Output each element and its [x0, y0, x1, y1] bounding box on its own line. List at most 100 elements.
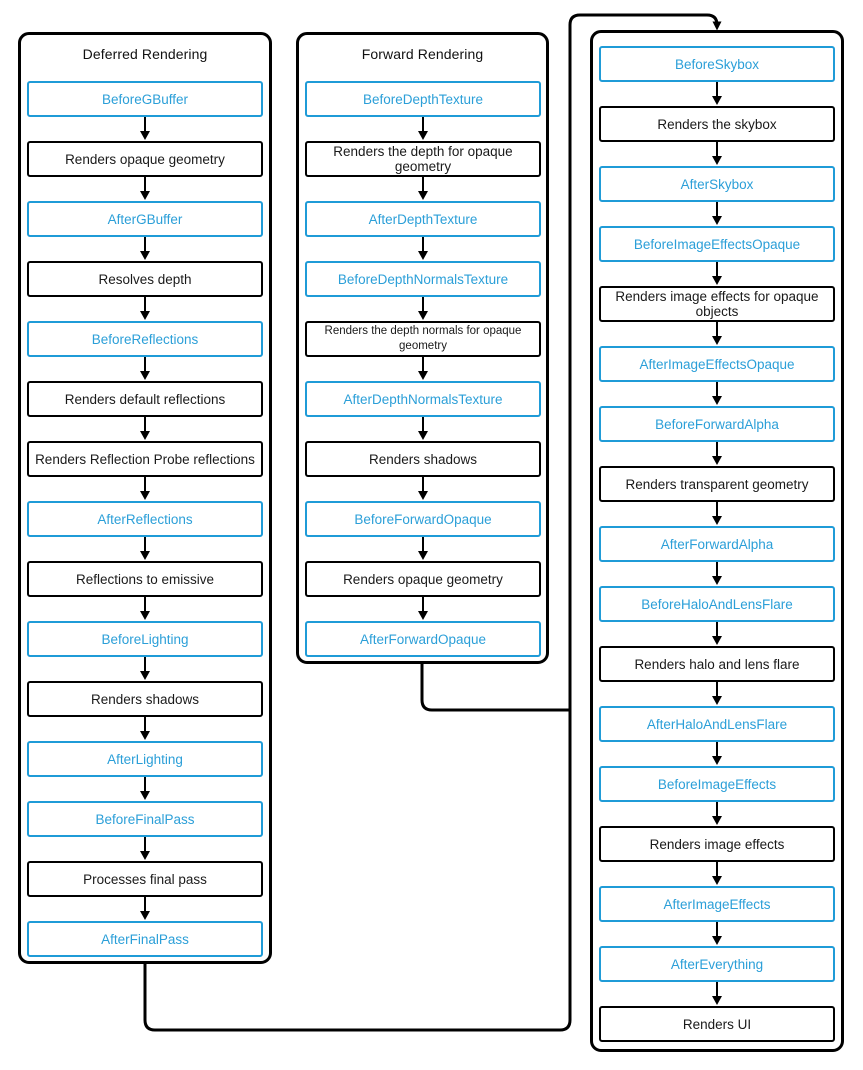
node-label: BeforeSkybox [674, 56, 760, 72]
node-label: Resolves depth [98, 271, 192, 287]
node-label: BeforeFinalPass [95, 811, 195, 827]
node-label: Renders the skybox [657, 116, 777, 132]
node-label: Renders the depth normals for opaque geo… [324, 325, 522, 352]
flow-arrow-down [712, 382, 722, 405]
node-label: AfterGBuffer [107, 211, 183, 227]
event-node-beforegbuffer: BeforeGBuffer [27, 81, 263, 117]
node-label: AfterHaloAndLensFlare [646, 716, 788, 732]
node-label: Processes final pass [83, 871, 207, 887]
action-node-renders-image-effects-for-opaque-objects: Renders image effects for opaque objects [599, 286, 835, 322]
node-label: AfterDepthNormalsTexture [343, 391, 503, 407]
node-label: Renders opaque geometry [343, 571, 503, 587]
event-node-aftergbuffer: AfterGBuffer [27, 201, 263, 237]
event-node-beforefinalpass: BeforeFinalPass [27, 801, 263, 837]
action-node-renders-reflection-probe-reflections: Renders Reflection Probe reflections [27, 441, 263, 477]
action-node-renders-transparent-geometry: Renders transparent geometry [599, 466, 835, 502]
flow-arrow-down [712, 982, 722, 1005]
flow-arrow-down [140, 777, 150, 800]
flow-arrow-down [418, 237, 428, 260]
event-node-afterreflections: AfterReflections [27, 501, 263, 537]
flow-arrow-down [712, 322, 722, 345]
node-label: AfterForwardOpaque [359, 631, 487, 647]
action-node-resolves-depth: Resolves depth [27, 261, 263, 297]
flow-arrow-down [712, 202, 722, 225]
event-node-afterhaloandlensflare: AfterHaloAndLensFlare [599, 706, 835, 742]
node-label: Renders image effects for opaque objects [615, 289, 819, 319]
flow-arrow-down [712, 82, 722, 105]
flow-arrow-down [418, 357, 428, 380]
node-label: BeforeForwardOpaque [354, 511, 492, 527]
flow-arrow-down [712, 442, 722, 465]
event-node-beforedepthnormalstexture: BeforeDepthNormalsTexture [305, 261, 541, 297]
action-node-renders-default-reflections: Renders default reflections [27, 381, 263, 417]
flow-arrow-down [140, 897, 150, 920]
node-label: AfterDepthTexture [368, 211, 478, 227]
flow-arrow-down [712, 562, 722, 585]
node-label: Renders opaque geometry [65, 151, 225, 167]
node-label: AfterForwardAlpha [660, 536, 774, 552]
action-node-renders-shadows: Renders shadows [27, 681, 263, 717]
node-label: AfterImageEffects [663, 896, 771, 912]
node-label: BeforeLighting [101, 631, 189, 647]
action-node-renders-ui: Renders UI [599, 1006, 835, 1042]
node-label: BeforeReflections [91, 331, 199, 347]
flow-arrow-down [140, 657, 150, 680]
node-label: Renders UI [682, 1016, 752, 1032]
node-label: BeforeForwardAlpha [655, 416, 779, 432]
node-label: BeforeHaloAndLensFlare [641, 596, 793, 612]
node-label: Renders Reflection Probe reflections [35, 451, 255, 467]
action-node-renders-opaque-geometry: Renders opaque geometry [27, 141, 263, 177]
flow-arrow-down [418, 597, 428, 620]
flow-arrow-down [140, 597, 150, 620]
node-label: Renders the depth for opaque geometry [333, 144, 513, 174]
event-node-beforehaloandlensflare: BeforeHaloAndLensFlare [599, 586, 835, 622]
node-label: Renders image effects [649, 836, 785, 852]
flow-arrow-down [712, 682, 722, 705]
node-label: AfterImageEffectsOpaque [639, 356, 795, 372]
flow-arrow-down [712, 502, 722, 525]
event-node-afterskybox: AfterSkybox [599, 166, 835, 202]
flow-arrow-down [140, 717, 150, 740]
flow-arrow-down [418, 177, 428, 200]
flow-arrow-down [418, 537, 428, 560]
event-node-beforereflections: BeforeReflections [27, 321, 263, 357]
flow-arrow-down [712, 742, 722, 765]
node-label: BeforeGBuffer [101, 91, 189, 107]
event-node-beforeforwardopaque: BeforeForwardOpaque [305, 501, 541, 537]
action-node-renders-the-depth-for-opaque-geometry: Renders the depth for opaque geometry [305, 141, 541, 177]
flow-arrow-down [418, 297, 428, 320]
event-node-afterimageeffectsopaque: AfterImageEffectsOpaque [599, 346, 835, 382]
rendering-event-flowchart: Deferred Rendering Forward Rendering Bef… [0, 0, 863, 1070]
event-node-afterforwardopaque: AfterForwardOpaque [305, 621, 541, 657]
connector-forward-to-postfx [420, 664, 570, 712]
flow-arrow-down [712, 262, 722, 285]
flow-arrow-down [140, 237, 150, 260]
flow-arrow-down [712, 922, 722, 945]
event-node-afterimageeffects: AfterImageEffects [599, 886, 835, 922]
node-label: Renders transparent geometry [625, 476, 809, 492]
flow-arrow-down [140, 117, 150, 140]
action-node-renders-the-depth-normals-for-opaque-geometry: Renders the depth normals for opaque geo… [305, 321, 541, 357]
event-node-afterfinalpass: AfterFinalPass [27, 921, 263, 957]
event-node-beforeimageeffectsopaque: BeforeImageEffectsOpaque [599, 226, 835, 262]
event-node-beforeimageeffects: BeforeImageEffects [599, 766, 835, 802]
node-label: Renders halo and lens flare [634, 656, 800, 672]
flow-arrow-down [712, 142, 722, 165]
node-label: BeforeImageEffectsOpaque [633, 236, 801, 252]
flow-arrow-down [712, 622, 722, 645]
node-label: AfterFinalPass [101, 931, 189, 947]
event-node-aftereverything: AfterEverything [599, 946, 835, 982]
flow-arrow-down [418, 417, 428, 440]
event-node-beforedepthtexture: BeforeDepthTexture [305, 81, 541, 117]
action-node-renders-halo-and-lens-flare: Renders halo and lens flare [599, 646, 835, 682]
node-label: Reflections to emissive [75, 571, 215, 587]
action-node-renders-image-effects: Renders image effects [599, 826, 835, 862]
action-node-renders-opaque-geometry: Renders opaque geometry [305, 561, 541, 597]
flow-arrow-down [140, 417, 150, 440]
action-node-renders-the-skybox: Renders the skybox [599, 106, 835, 142]
flow-arrow-down [140, 537, 150, 560]
panel-title-forward: Forward Rendering [361, 46, 484, 62]
flow-arrow-down [418, 477, 428, 500]
node-label: BeforeImageEffects [657, 776, 777, 792]
flow-arrow-down [140, 297, 150, 320]
